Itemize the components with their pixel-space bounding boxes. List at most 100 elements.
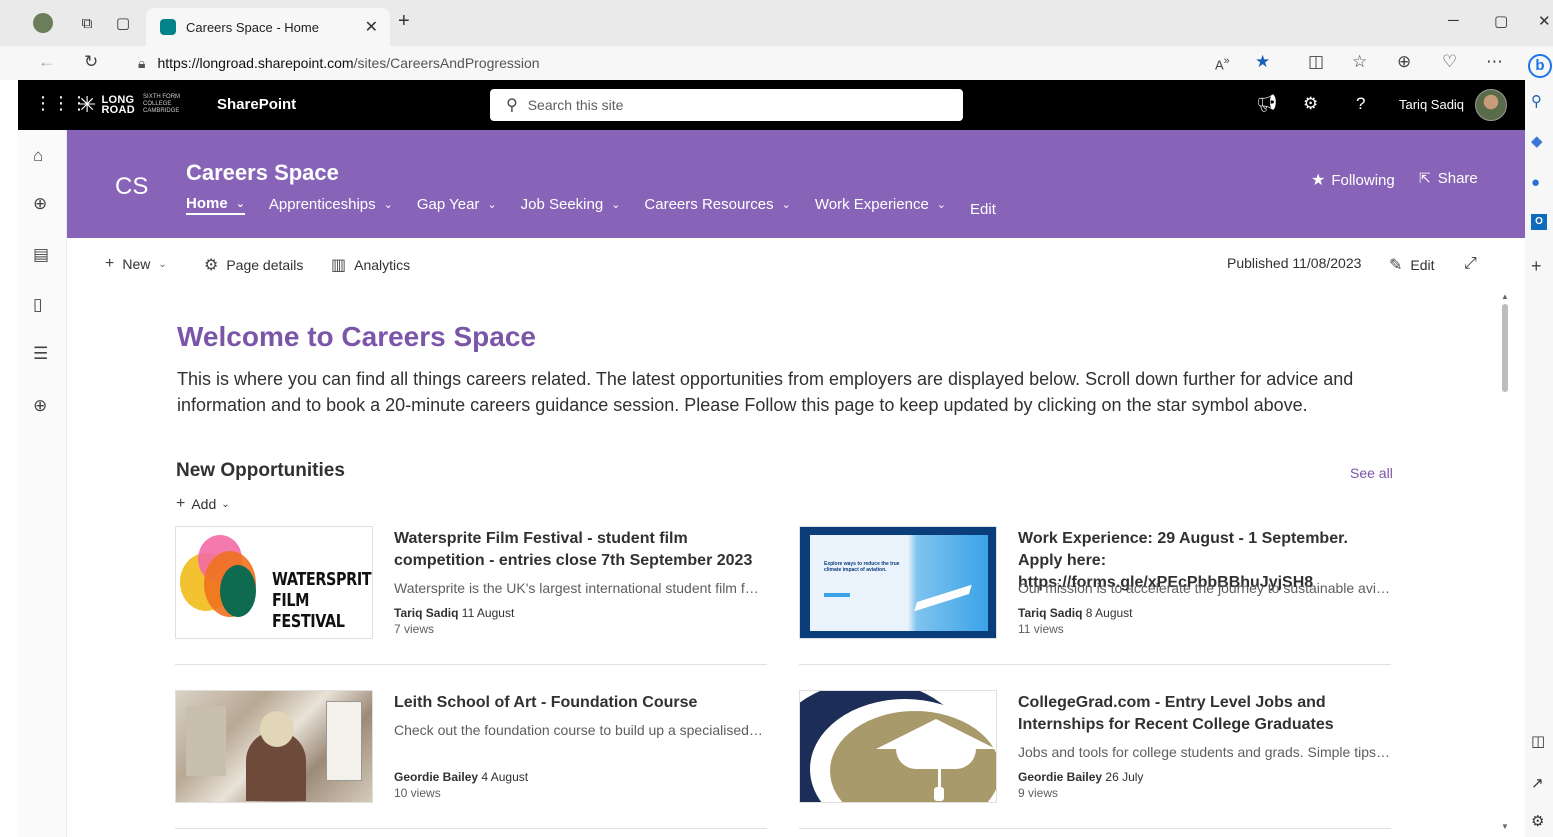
search-sidebar-icon[interactable]: ⚲ [1531,92,1542,110]
add-news-button[interactable]: + Add ⌄ [176,495,230,513]
news-card[interactable]: CollegeGrad.com - Entry Level Jobs and I… [799,690,1391,804]
edit-page-button[interactable]: ✎ Edit [1389,255,1435,275]
site-logo[interactable]: CS [115,173,148,201]
url-field[interactable]: 🔒︎ https://longroad.sharepoint.com/sites… [120,49,1300,77]
nav-item-gap-year[interactable]: Gap Year ⌄ [417,193,497,215]
nav-item-apprenticeships[interactable]: Apprenticeships ⌄ [269,193,393,215]
nav-item-work-experience[interactable]: Work Experience ⌄ [815,193,946,215]
nav-edit-link[interactable]: Edit [970,198,996,220]
page-content: Welcome to Careers Space This is where y… [67,290,1503,837]
org-logo[interactable]: ✳ LONG ROAD SIXTH FORM COLLEGE CAMBRIDGE [78,91,180,117]
close-window-icon[interactable]: ✕ [1538,12,1551,30]
scroll-thumb[interactable] [1502,304,1508,392]
command-bar: + New ⌄ ⚙ Page details ▥ Analytics Published… [67,238,1525,290]
logo-small-2: COLLEGE [143,101,172,107]
scroll-up-icon[interactable]: ▲ [1501,292,1509,301]
my-lists-icon[interactable]: ☰ [33,344,48,364]
site-search-box[interactable]: ⚲ Search this site [490,89,963,121]
news-author[interactable]: Geordie Bailey [394,770,478,784]
feedback-megaphone-icon[interactable]: 📢︎ [1256,94,1278,114]
news-author[interactable]: Tariq Sadiq [394,606,458,620]
url-path: /sites/CareersAndProgression [353,55,540,71]
news-description: Our mission is to accelerate the journey… [1018,580,1390,596]
open-external-icon[interactable]: ↗ [1531,774,1544,792]
lock-icon[interactable]: 🔒︎ [138,55,145,72]
close-tab-icon[interactable]: ✕ [365,17,378,37]
office-icon[interactable]: ● [1531,174,1540,191]
news-author[interactable]: Tariq Sadiq [1018,606,1082,620]
settings-gear-icon[interactable]: ⚙ [1303,94,1318,114]
news-card[interactable]: Explore ways to reduce the true climate … [799,526,1391,640]
site-navigation: Home ⌄ Apprenticeships ⌄ Gap Year ⌄ Job See… [186,193,1020,220]
aviation-thumb-text: Explore ways to reduce the true climate … [824,561,900,573]
logo-star-icon: ✳ [78,91,97,117]
following-button[interactable]: ★ Following [1311,170,1395,190]
news-divider [799,828,1391,829]
gear-icon: ⚙ [204,257,219,274]
bing-chat-icon[interactable]: b [1528,54,1552,78]
news-thumbnail[interactable]: Explore ways to reduce the true climate … [799,526,997,639]
add-sidebar-icon[interactable]: + [1531,256,1542,277]
nav-item-job-seeking[interactable]: Job Seeking ⌄ [521,193,621,215]
tab-actions-icon[interactable]: ▢ [112,12,134,34]
news-title[interactable]: Watersprite Film Festival - student film… [394,528,766,572]
global-navigation-icon[interactable]: ⊕ [33,194,47,214]
news-thumbnail[interactable] [799,690,997,803]
split-screen-icon[interactable]: ◫ [1308,52,1324,72]
nav-item-home[interactable]: Home ⌄ [186,193,245,215]
see-all-link[interactable]: See all [1350,465,1393,481]
hide-sidebar-icon[interactable]: ◫ [1531,732,1545,750]
news-card[interactable]: WATERSPRITE FILM FESTIVAL Watersprite Fi… [175,526,767,640]
create-icon[interactable]: ⊕ [33,396,47,416]
share-icon: ⇱ [1419,170,1431,186]
share-button[interactable]: ⇱ Share [1419,170,1478,187]
my-news-icon[interactable]: ▤ [33,245,49,265]
news-title[interactable]: CollegeGrad.com - Entry Level Jobs and I… [1018,692,1390,736]
sidebar-settings-icon[interactable]: ⚙ [1531,812,1544,830]
collections-icon[interactable]: ⊕ [1397,52,1411,72]
nav-item-careers-resources[interactable]: Careers Resources ⌄ [644,193,790,215]
browser-address-bar: ← ↻ 🔒︎ https://longroad.sharepoint.com/s… [0,46,1553,80]
my-files-icon[interactable]: ▯ [33,295,42,315]
scroll-down-icon[interactable]: ▼ [1501,822,1509,831]
expand-icon[interactable]: ⤢ [1464,255,1477,273]
new-tab-icon[interactable]: + [398,10,410,33]
page-details-button[interactable]: ⚙ Page details [204,255,303,275]
favorites-icon[interactable]: ☆ [1352,52,1367,72]
news-views: 9 views [1018,786,1059,800]
page-scrollbar[interactable]: ▲ ▼ [1500,292,1510,832]
home-icon[interactable]: ⌂ [33,146,43,166]
browser-essentials-icon[interactable]: ♡ [1442,52,1457,72]
news-thumbnail[interactable] [175,690,373,803]
browser-tab[interactable]: Careers Space - Home ✕ [146,8,390,46]
search-icon: ⚲ [506,97,518,114]
back-icon[interactable]: ← [38,52,55,72]
workspaces-icon[interactable]: ⧉ [76,12,98,34]
help-icon[interactable]: ? [1356,94,1365,114]
more-options-icon[interactable]: ⋯ [1486,52,1503,72]
logo-word-road: ROAD [101,103,136,116]
minimize-icon[interactable]: ─ [1448,12,1459,29]
app-name[interactable]: SharePoint [217,96,296,113]
restore-icon[interactable]: ▢ [1494,12,1508,30]
favorite-star-icon[interactable]: ★ [1255,52,1270,72]
intro-text: This is where you can find all things ca… [177,369,1354,415]
user-avatar[interactable] [1475,89,1507,121]
news-thumbnail[interactable]: WATERSPRITE FILM FESTIVAL [175,526,373,639]
new-button[interactable]: + New ⌄ [105,255,167,273]
news-author[interactable]: Geordie Bailey [1018,770,1102,784]
news-date: 4 August [481,770,529,784]
news-title[interactable]: Leith School of Art - Foundation Course [394,692,766,714]
site-title[interactable]: Careers Space [186,160,339,186]
browser-tab-bar: ⧉ ▢ Careers Space - Home ✕ + ─ ▢ ✕ [0,0,1553,46]
user-name[interactable]: Tariq Sadiq [1399,97,1464,112]
page-title: Welcome to Careers Space [177,321,536,352]
profile-avatar-icon[interactable] [32,12,54,34]
refresh-icon[interactable]: ↻ [84,52,98,72]
analytics-button[interactable]: ▥ Analytics [331,255,410,275]
news-card[interactable]: Leith School of Art - Foundation Course … [175,690,767,804]
shopping-icon[interactable]: ◆ [1531,132,1543,150]
read-aloud-icon[interactable]: A» [1215,55,1230,72]
outlook-icon[interactable]: O [1531,214,1547,230]
chevron-down-icon: ⌄ [235,197,245,210]
